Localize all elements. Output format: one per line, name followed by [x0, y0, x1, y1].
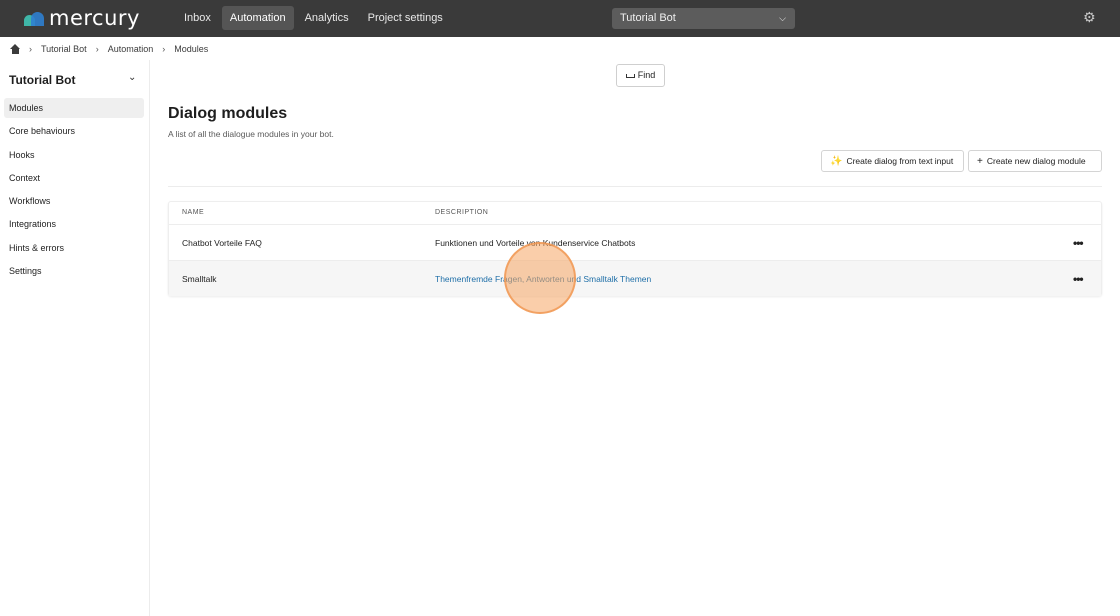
nav-analytics[interactable]: Analytics	[297, 6, 357, 30]
plus-icon: +	[977, 156, 983, 167]
bot-selector-value: Tutorial Bot	[620, 12, 676, 24]
find-label: Find	[637, 70, 656, 80]
module-name[interactable]: Smalltalk	[182, 274, 216, 284]
page-subtitle: A list of all the dialogue modules in yo…	[168, 129, 334, 139]
table-row[interactable]: Smalltalk Themenfremde Fragen, Antworten…	[169, 260, 1101, 296]
nav-inbox[interactable]: Inbox	[176, 6, 219, 30]
sidebar-item-modules[interactable]: Modules	[4, 98, 144, 118]
keyboard-space-icon	[625, 73, 635, 78]
logo-mark-icon	[24, 11, 44, 26]
find-button[interactable]: Find	[616, 64, 665, 87]
chevron-down-icon: ⌵	[779, 13, 786, 23]
gear-icon[interactable]: ⚙	[1083, 10, 1096, 24]
chevron-right-icon: ›	[29, 44, 32, 54]
sidebar-title: Tutorial Bot	[9, 73, 76, 87]
create-dialog-from-text-label: Create dialog from text input	[846, 156, 954, 166]
sidebar-item-workflows[interactable]: Workflows	[4, 191, 144, 211]
create-new-dialog-module-button[interactable]: + Create new dialog module	[968, 150, 1102, 172]
chevron-right-icon: ›	[95, 44, 99, 54]
breadcrumb-bot[interactable]: Tutorial Bot	[41, 44, 87, 54]
chevron-down-icon[interactable]: ⌄	[128, 72, 136, 83]
module-name[interactable]: Chatbot Vorteile FAQ	[182, 238, 262, 248]
home-icon[interactable]	[10, 44, 21, 54]
column-header-name[interactable]: NAME	[182, 209, 204, 216]
sidebar: Tutorial Bot ⌄ Modules Core behaviours H…	[0, 60, 150, 616]
module-description: Funktionen und Vorteile von Kundenservic…	[435, 238, 636, 248]
sidebar-item-hooks[interactable]: Hooks	[4, 145, 144, 165]
page-title: Dialog modules	[168, 105, 288, 122]
sparkle-icon: ✨	[830, 156, 843, 167]
column-header-description[interactable]: DESCRIPTION	[435, 209, 488, 216]
main-nav: Inbox Automation Analytics Project setti…	[176, 6, 454, 30]
sidebar-list: Modules Core behaviours Hooks Context Wo…	[4, 98, 144, 284]
bot-selector[interactable]: Tutorial Bot ⌵	[612, 8, 795, 29]
create-new-dialog-module-label: Create new dialog module	[986, 156, 1086, 166]
table-row[interactable]: Chatbot Vorteile FAQ Funktionen und Vort…	[169, 224, 1101, 260]
more-options-icon[interactable]: •••	[1073, 236, 1084, 250]
top-nav-bar: mercury Inbox Automation Analytics Proje…	[0, 0, 1120, 37]
sidebar-item-core-behaviours[interactable]: Core behaviours	[4, 121, 144, 141]
breadcrumb: › Tutorial Bot › Automation › Modules	[10, 42, 217, 56]
sidebar-item-settings[interactable]: Settings	[4, 261, 144, 281]
modules-table: NAME DESCRIPTION Chatbot Vorteile FAQ Fu…	[168, 201, 1102, 296]
nav-automation[interactable]: Automation	[221, 6, 294, 30]
module-description: Themenfremde Fragen, Antworten und Small…	[435, 274, 652, 284]
sidebar-item-context[interactable]: Context	[4, 168, 144, 188]
mercury-logo[interactable]: mercury	[24, 6, 140, 30]
sidebar-item-hints-errors[interactable]: Hints & errors	[4, 238, 144, 258]
chevron-right-icon: ›	[162, 44, 166, 54]
breadcrumb-modules[interactable]: Modules	[174, 44, 208, 54]
create-dialog-from-text-button[interactable]: ✨ Create dialog from text input	[821, 150, 964, 172]
more-options-icon[interactable]: •••	[1073, 272, 1084, 286]
divider	[168, 186, 1102, 187]
sidebar-item-integrations[interactable]: Integrations	[4, 214, 144, 234]
nav-project-settings[interactable]: Project settings	[360, 6, 451, 30]
breadcrumb-automation[interactable]: Automation	[108, 44, 154, 54]
logo-text: mercury	[49, 6, 140, 30]
